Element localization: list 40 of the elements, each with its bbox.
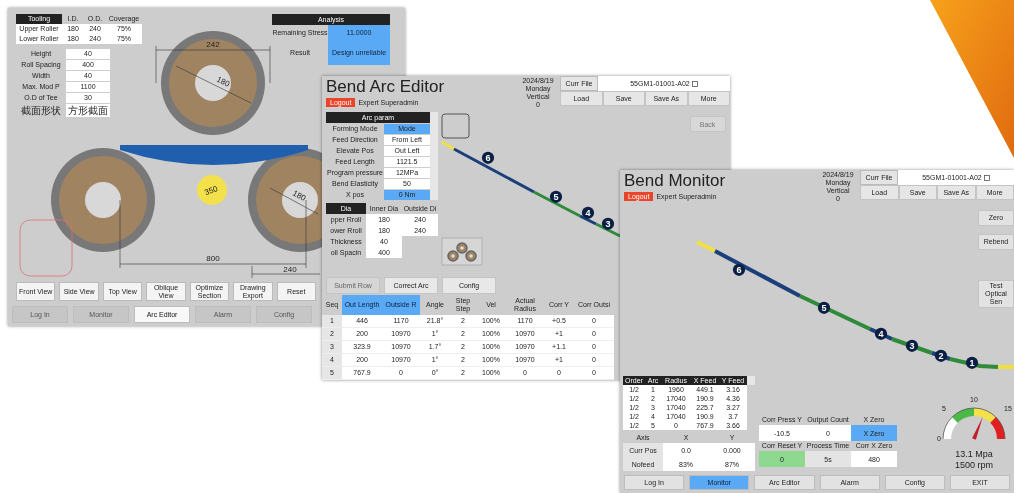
curve-marker [549,190,563,203]
dimension-label: 242 [206,40,220,49]
curve-label: 5 [821,303,827,313]
preview-frame [441,113,470,139]
curve-marker [481,151,495,164]
curve-label: 5 [553,192,559,202]
scrollbar [747,376,755,385]
curve-marker [934,349,948,362]
diameter-line [269,187,319,215]
dimension-label: 240 [283,265,297,274]
dimension-label: 180 [215,74,232,89]
curve-label: 3 [605,219,611,229]
curve-marker [817,301,831,314]
curve-label: 1 [969,358,975,368]
curve-label: 4 [585,208,591,218]
dimension-label: 800 [206,254,220,263]
rollers-icon [441,237,483,266]
curve-marker [874,327,888,340]
parameter-label: 截面形状 [20,104,62,117]
speed-reading: 1500 rpm [955,460,993,471]
parameter-value: 方形截面 [66,104,110,117]
curve-marker [965,356,979,369]
curve-label: 4 [878,329,884,339]
dimension-label: 180 [291,188,308,203]
contact-marker [197,175,227,205]
curve-marker [732,263,746,276]
window-title: Bend Monitor [624,172,727,190]
curve-label: 6 [485,153,491,163]
curve-marker [905,339,919,352]
curve-label: 6 [736,265,742,275]
document-icon [691,80,698,87]
selection-frame [19,219,73,277]
curve-label: 2 [938,351,944,361]
curve-marker [601,217,615,230]
window-title: Bend Arc Editor [326,78,446,96]
document-icon [983,174,990,181]
pressure-reading: 13.1 Mpa [955,449,993,460]
curve-marker [581,206,595,219]
curve-label: 3 [909,341,915,351]
dimension-label: 350 [203,184,219,198]
